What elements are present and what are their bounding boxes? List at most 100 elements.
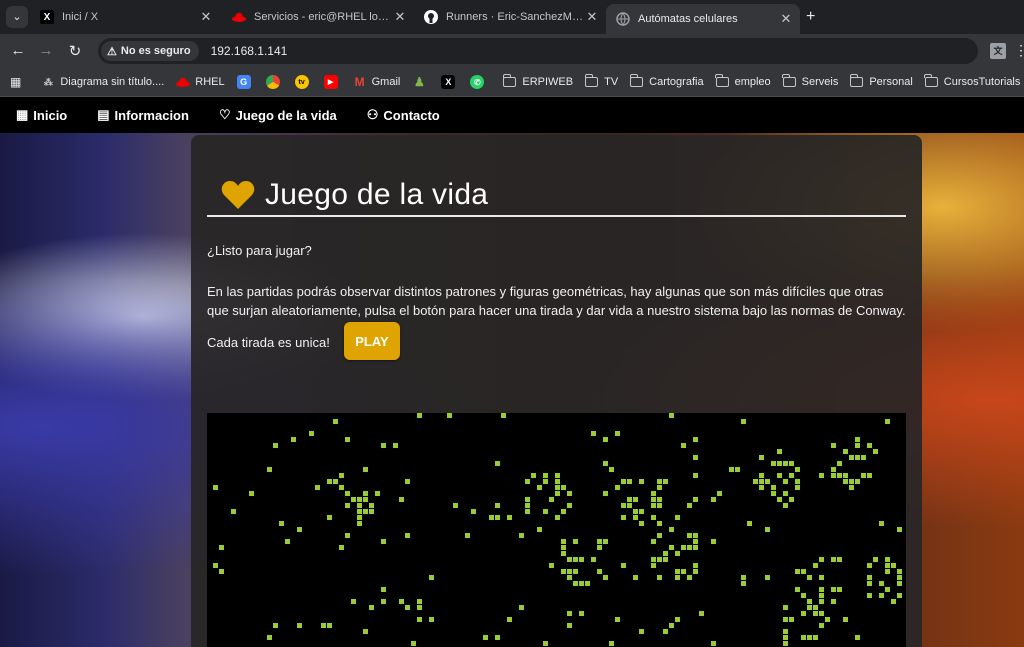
translate-icon[interactable]: 文	[990, 43, 1006, 59]
bookmark-diagrama[interactable]: ⁂ Diagrama sin título....	[41, 75, 164, 89]
tab-automatas[interactable]: Autómatas celulares ✕	[606, 4, 800, 34]
live-cell	[891, 563, 896, 568]
live-cell	[339, 485, 344, 490]
live-cell	[543, 509, 548, 514]
live-cell	[627, 479, 632, 484]
bookmark-folder-tv[interactable]: TV	[584, 74, 618, 88]
nav-inicio[interactable]: ▦ Inicio	[16, 107, 67, 123]
live-cell	[543, 641, 548, 646]
live-cell	[873, 449, 878, 454]
new-tab-button[interactable]: +	[806, 8, 815, 26]
live-cell	[807, 635, 812, 640]
live-cell	[561, 539, 566, 544]
url-text[interactable]: 192.168.1.141	[211, 44, 288, 58]
close-icon[interactable]: ✕	[392, 9, 408, 25]
live-cell	[591, 557, 596, 562]
live-cell	[843, 617, 848, 622]
bookmark-x[interactable]: X	[441, 75, 460, 89]
bookmark-whatsapp[interactable]: ✆	[470, 75, 489, 89]
security-label: No es seguro	[120, 45, 191, 57]
live-cell	[651, 491, 656, 496]
live-cell	[603, 491, 608, 496]
live-cell	[765, 575, 770, 580]
nav-juego-de-la-vida[interactable]: ♡ Juego de la vida	[219, 107, 337, 123]
live-cell	[711, 539, 716, 544]
live-cell	[831, 467, 836, 472]
live-cell	[573, 539, 578, 544]
bookmark-rhel[interactable]: RHEL	[176, 75, 225, 89]
live-cell	[669, 545, 674, 550]
address-bar[interactable]: ⚠ No es seguro 192.168.1.141	[98, 38, 978, 64]
play-button[interactable]: PLAY	[344, 322, 400, 360]
live-cell	[249, 491, 254, 496]
live-cell	[567, 569, 572, 574]
live-cell	[345, 503, 350, 508]
live-cell	[759, 485, 764, 490]
live-cell	[579, 581, 584, 586]
live-cell	[759, 455, 764, 460]
live-cell	[711, 497, 716, 502]
tab-runners[interactable]: Runners · Eric-SanchezMarch/p ✕	[414, 4, 606, 30]
bookmark-folder-erpiweb[interactable]: ERPIWEB	[502, 74, 573, 88]
live-cell	[849, 479, 854, 484]
security-chip[interactable]: ⚠ No es seguro	[101, 41, 199, 61]
tab-servicios[interactable]: Servicios - eric@RHEL local lab ✕	[222, 4, 414, 30]
bookmark-folder-cursostutorials[interactable]: CursosTutorials	[924, 74, 1020, 88]
bookmark-gmail[interactable]: M Gmail	[353, 75, 401, 89]
nav-informacion[interactable]: ▤ Informacion	[97, 107, 189, 123]
bookmark-translate[interactable]: G	[236, 75, 256, 89]
tab-search-button[interactable]: ⌄	[6, 6, 28, 28]
live-cell	[657, 503, 662, 508]
live-cell	[813, 611, 818, 616]
live-cell	[651, 557, 656, 562]
apps-grid-icon[interactable]: ▦	[10, 75, 21, 89]
bookmark-chess[interactable]: ♟	[412, 75, 431, 89]
game-of-life-board[interactable]	[207, 413, 906, 647]
live-cell	[831, 557, 836, 562]
bookmark-folder-serveis[interactable]: Serveis	[782, 74, 838, 88]
live-cell	[795, 485, 800, 490]
live-cell	[831, 473, 836, 478]
live-cell	[327, 479, 332, 484]
bookmark-youtube[interactable]: ▶	[323, 75, 343, 89]
live-cell	[675, 617, 680, 622]
live-cell	[357, 503, 362, 508]
live-cell	[651, 563, 656, 568]
live-cell	[837, 461, 842, 466]
back-button[interactable]: ←	[9, 42, 27, 59]
bookmark-folder-cartografia[interactable]: Cartografia	[629, 74, 704, 88]
page-title: Juego de la vida	[265, 178, 489, 211]
live-cell	[783, 629, 788, 634]
bookmark-chrome[interactable]	[265, 75, 285, 89]
live-cell	[555, 473, 560, 478]
reload-button[interactable]: ↻	[66, 42, 84, 60]
live-cell	[831, 587, 836, 592]
live-cell	[345, 437, 350, 442]
live-cell	[381, 599, 386, 604]
live-cell	[795, 479, 800, 484]
tab-title: Autómatas celulares	[638, 13, 738, 25]
close-icon[interactable]: ✕	[584, 9, 600, 25]
live-cell	[333, 479, 338, 484]
bookmark-folder-empleo[interactable]: empleo	[715, 74, 771, 88]
tab-inici-x[interactable]: X Inici / X ✕	[30, 4, 220, 30]
live-cell	[657, 497, 662, 502]
live-cell	[615, 485, 620, 490]
live-cell	[777, 449, 782, 454]
bookmark-tv[interactable]: tv	[294, 75, 314, 89]
live-cell	[273, 443, 278, 448]
live-cell	[897, 581, 902, 586]
nav-contacto[interactable]: ⚇ Contacto	[367, 107, 440, 123]
live-cell	[429, 617, 434, 622]
bookmark-folder-personal[interactable]: Personal	[849, 74, 913, 88]
live-cell	[615, 617, 620, 622]
bookmark-label: RHEL	[195, 76, 225, 88]
menu-icon[interactable]: ⋮	[1014, 42, 1024, 59]
close-icon[interactable]: ✕	[778, 11, 794, 27]
live-cell	[669, 527, 674, 532]
live-cell	[771, 485, 776, 490]
live-cell	[687, 545, 692, 550]
forward-button[interactable]: →	[37, 42, 55, 59]
intro-text: ¿Listo para jugar?	[207, 243, 312, 258]
close-icon[interactable]: ✕	[198, 9, 214, 25]
